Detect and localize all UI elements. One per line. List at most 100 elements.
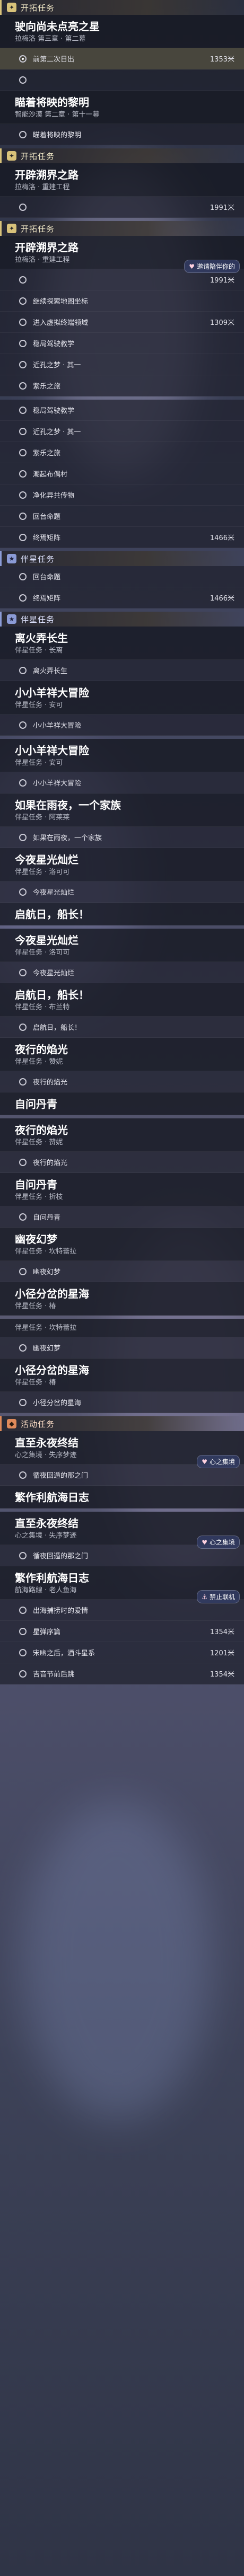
quest-step[interactable]: 继续探索地图坐标 xyxy=(0,290,244,312)
quest-card[interactable]: 幽夜幻梦 伴星任务 · 坎特蕾拉 xyxy=(0,1228,244,1261)
quest-card[interactable]: 伴星任务 · 坎特蕾拉 xyxy=(0,1319,244,1337)
quest-card[interactable]: 小径分岔的星海 伴星任务 · 椿 xyxy=(0,1358,244,1392)
quest-card[interactable]: 离火弄长生 伴星任务 · 长离 xyxy=(0,627,244,660)
quest-step[interactable]: 近孔之梦 · 其一 xyxy=(0,354,244,375)
quest-step[interactable]: 幽夜幻梦 xyxy=(0,1261,244,1282)
floating-badge-label: 邀请陪伴你的 xyxy=(196,263,235,270)
quest-step[interactable]: 紫乐之旅 xyxy=(0,375,244,396)
quest-step[interactable]: 吉音节前后跳 1354米 xyxy=(0,1663,244,1684)
quest-card[interactable]: 繁作利航海日志 xyxy=(0,1486,244,1508)
quest-step[interactable]: 紫乐之旅 xyxy=(0,442,244,463)
quest-step[interactable]: 循夜回遁的那之门 ♥ 心之集境 xyxy=(0,1536,244,1566)
section-header[interactable]: ✦ 开拓任务 xyxy=(0,221,244,236)
quest-card[interactable]: 自问丹青 伴星任务 · 折枝 xyxy=(0,1173,244,1206)
section-header[interactable]: ★ 伴星任务 xyxy=(0,612,244,627)
quest-step[interactable]: 夜行的焰光 xyxy=(0,1152,244,1173)
quest-step[interactable]: 近孔之梦 · 其一 xyxy=(0,421,244,442)
quest-step[interactable]: 今夜星光灿烂 xyxy=(0,962,244,983)
step-distance: 1354米 xyxy=(210,1628,234,1636)
quest-card[interactable]: 启航日，船长！ 伴星任务 · 布兰特 xyxy=(0,983,244,1017)
quest-subtitle: 伴星任务 · 折枝 xyxy=(15,1193,63,1201)
section-title: 开拓任务 xyxy=(21,224,55,234)
quest-step[interactable]: 宋幽之后，酒斗星系 1201米 xyxy=(0,1642,244,1663)
quest-card[interactable]: 如果在雨夜，一个家族 伴星任务 · 阿莱莱 xyxy=(0,793,244,827)
step-distance: 1466米 xyxy=(210,595,234,603)
quest-step[interactable] xyxy=(0,69,244,91)
quest-title: 启航日，船长！ xyxy=(15,989,89,1001)
section-header[interactable]: ◆ 活动任务 xyxy=(0,1416,244,1431)
step-label: 出海捕捞时的爱情 xyxy=(33,1607,89,1615)
floating-badge[interactable]: ♥ 邀请陪伴你的 xyxy=(184,260,240,273)
quest-subtitle: 伴星任务 · 赞妮 xyxy=(15,1139,63,1146)
quest-card[interactable]: 今夜星光灿烂 伴星任务 · 洛可可 xyxy=(0,848,244,881)
floating-badge-label: 心之集境 xyxy=(209,1539,235,1546)
floating-badge[interactable]: ♥ 心之集境 xyxy=(197,1536,240,1549)
step-label: 潮起布偶村 xyxy=(33,471,68,479)
quest-subtitle: 伴星任务 · 椿 xyxy=(15,1302,56,1310)
quest-step[interactable]: 幽夜幻梦 xyxy=(0,1337,244,1358)
quest-step[interactable]: 出海捕捞时的爱情 ⚓ 禁止联机 xyxy=(0,1590,244,1621)
quest-card[interactable]: 启航日，船长！ xyxy=(0,903,244,925)
companion-star-icon: ★ xyxy=(7,614,16,624)
step-label: 如果在雨夜，一个家族 xyxy=(33,834,102,842)
quest-step[interactable]: 瞄着将映的黎明 xyxy=(0,124,244,145)
floating-badge[interactable]: ♥ 心之集境 xyxy=(197,1455,240,1468)
quest-step[interactable]: 小径分岔的星海 xyxy=(0,1392,244,1413)
quest-step[interactable]: 进入虚拟终端领域 1309米 xyxy=(0,312,244,333)
quest-step[interactable]: 循夜回遁的那之门 ♥ 心之集境 xyxy=(0,1455,244,1486)
section-header[interactable]: ★ 伴星任务 xyxy=(0,551,244,566)
step-radio-icon xyxy=(19,318,27,326)
quest-step[interactable]: 前第二次日出 1353米 xyxy=(0,48,244,69)
step-radio-icon xyxy=(19,276,27,284)
quest-step[interactable]: 净化异共传物 xyxy=(0,484,244,506)
quest-title: 小径分岔的星海 xyxy=(15,1364,89,1377)
section-title: 伴星任务 xyxy=(21,554,55,564)
quest-step[interactable]: 稳局驾驶教学 xyxy=(0,333,244,354)
quest-step[interactable]: 终焉矩阵 1466米 xyxy=(0,587,244,608)
step-label: 循夜回遁的那之门 xyxy=(33,1472,89,1480)
quest-step[interactable]: 启航日，船长！ xyxy=(0,1017,244,1038)
section-header[interactable]: ✦ 开拓任务 xyxy=(0,0,244,15)
floating-badge[interactable]: ⚓ 禁止联机 xyxy=(197,1590,240,1603)
quest-step[interactable]: 潮起布偶村 xyxy=(0,463,244,484)
quest-step[interactable]: 回台命题 xyxy=(0,506,244,527)
step-radio-icon xyxy=(19,203,27,211)
quest-step[interactable]: 小小羊祥大冒险 xyxy=(0,714,244,736)
quest-card[interactable]: 夜行的焰光 伴星任务 · 赞妮 xyxy=(0,1038,244,1071)
quest-card[interactable]: 自问丹青 xyxy=(0,1092,244,1115)
quest-subtitle: 伴星任务 · 布兰特 xyxy=(15,1003,70,1011)
step-radio-icon xyxy=(19,1670,27,1678)
quest-card[interactable]: 瞄着将映的黎明 智能沙漠 第二章 · 第十一幕 xyxy=(0,91,244,124)
quest-step[interactable]: 1991米 xyxy=(0,197,244,218)
step-radio-icon xyxy=(19,533,27,541)
quest-step[interactable]: 今夜星光灿烂 xyxy=(0,881,244,903)
quest-card[interactable]: 小径分岔的星海 伴星任务 · 椿 xyxy=(0,1282,244,1316)
quest-step[interactable]: 稳局驾驶教学 xyxy=(0,400,244,421)
quest-step[interactable]: 自问丹青 xyxy=(0,1206,244,1228)
step-label: 回台命题 xyxy=(33,574,61,581)
quest-card[interactable]: 开辟溯界之路 拉梅洛 · 重建工程 xyxy=(0,163,244,197)
section-header[interactable]: ✦ 开拓任务 xyxy=(0,148,244,163)
quest-step[interactable]: 终焉矩阵 1466米 xyxy=(0,527,244,548)
quest-step[interactable]: 1991米 ♥ 邀请陪伴你的 xyxy=(0,260,244,290)
quest-step[interactable]: 小小羊祥大冒险 xyxy=(0,772,244,793)
quest-step[interactable]: 回台命题 xyxy=(0,566,244,587)
companion-star-icon: ★ xyxy=(7,554,16,563)
step-radio-icon xyxy=(19,968,27,976)
step-label: 启航日，船长！ xyxy=(33,1024,82,1032)
quest-card[interactable]: 今夜星光灿烂 伴星任务 · 洛可可 xyxy=(0,929,244,962)
quest-step[interactable]: 如果在雨夜，一个家族 xyxy=(0,827,244,848)
quest-card[interactable]: 驶向尚未点亮之星 拉梅洛 第三章 · 第二幕 xyxy=(0,15,244,48)
quest-card[interactable]: 小小羊祥大冒险 伴星任务 · 安可 xyxy=(0,739,244,772)
quest-step[interactable]: 离火弄长生 xyxy=(0,660,244,681)
quest-card[interactable]: 夜行的焰光 伴星任务 · 赞妮 xyxy=(0,1118,244,1152)
step-label: 终焉矩阵 xyxy=(33,595,61,603)
quest-title: 离火弄长生 xyxy=(15,632,68,645)
step-label: 夜行的焰光 xyxy=(33,1079,68,1087)
quest-card[interactable]: 小小羊祥大冒险 伴星任务 · 安可 xyxy=(0,681,244,714)
step-radio-icon xyxy=(19,1213,27,1221)
quest-step[interactable]: 夜行的焰光 xyxy=(0,1071,244,1092)
step-label: 自问丹青 xyxy=(33,1214,61,1222)
quest-step[interactable]: 星弹序篇 1354米 xyxy=(0,1621,244,1642)
